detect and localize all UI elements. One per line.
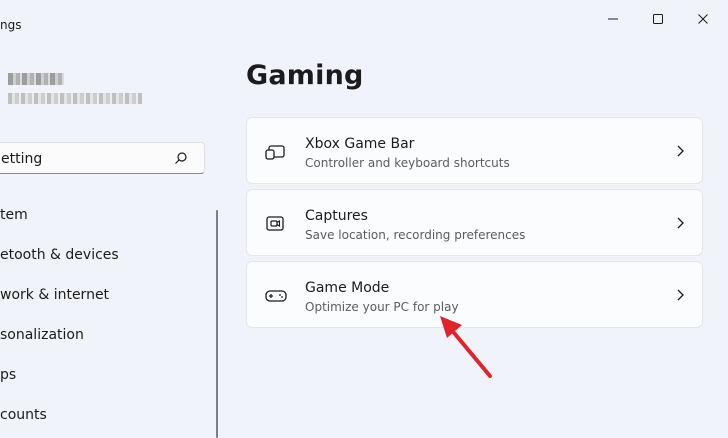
search-icon[interactable]: [174, 151, 188, 165]
sidebar-item-label: etooth & devices: [0, 247, 119, 263]
game-controller-icon: [265, 290, 287, 302]
profile-name-blurred: [8, 73, 64, 85]
close-icon: [698, 14, 708, 24]
card-subtitle: Optimize your PC for play: [305, 300, 459, 314]
xbox-game-bar-card[interactable]: Xbox Game Bar Controller and keyboard sh…: [246, 117, 703, 184]
page-title: Gaming: [246, 60, 364, 91]
profile-email-blurred: [8, 93, 142, 104]
title-bar: ngs: [0, 0, 728, 34]
chevron-right-icon: [677, 289, 684, 301]
captures-icon: [266, 216, 284, 231]
sidebar-item-label: work & internet: [0, 287, 110, 303]
card-subtitle: Controller and keyboard shortcuts: [305, 156, 510, 170]
maximize-icon: [653, 14, 663, 24]
annotation-arrow: [440, 316, 492, 378]
card-subtitle: Save location, recording preferences: [305, 228, 526, 242]
sidebar-item-label: ps: [0, 367, 17, 383]
card-title: Game Mode: [305, 280, 390, 296]
sidebar-item-accounts[interactable]: counts: [0, 407, 47, 431]
sidebar-item-personalization[interactable]: sonalization: [0, 327, 84, 351]
chevron-right-icon: [677, 145, 684, 157]
settings-search-input[interactable]: etting: [0, 142, 205, 174]
captures-card[interactable]: Captures Save location, recording prefer…: [246, 189, 703, 256]
minimize-button[interactable]: [598, 8, 628, 30]
sidebar-item-label: counts: [0, 407, 47, 423]
search-input-value: etting: [1, 151, 43, 167]
maximize-button[interactable]: [643, 8, 673, 30]
app-title: ngs: [0, 18, 22, 32]
card-title: Captures: [305, 208, 368, 224]
sidebar-item-bluetooth-devices[interactable]: etooth & devices: [0, 247, 119, 271]
chevron-right-icon: [677, 217, 684, 229]
xbox-game-bar-icon: [265, 145, 285, 160]
sidebar-item-label: tem: [0, 207, 28, 223]
close-button[interactable]: [688, 8, 718, 30]
sidebar-scrollbar[interactable]: [216, 210, 218, 438]
sidebar-item-system[interactable]: tem: [0, 207, 28, 231]
minimize-icon: [608, 18, 618, 20]
sidebar-item-apps[interactable]: ps: [0, 367, 16, 391]
sidebar-item-label: sonalization: [0, 327, 84, 343]
sidebar-item-network-internet[interactable]: work & internet: [0, 287, 109, 311]
card-title: Xbox Game Bar: [305, 136, 415, 152]
